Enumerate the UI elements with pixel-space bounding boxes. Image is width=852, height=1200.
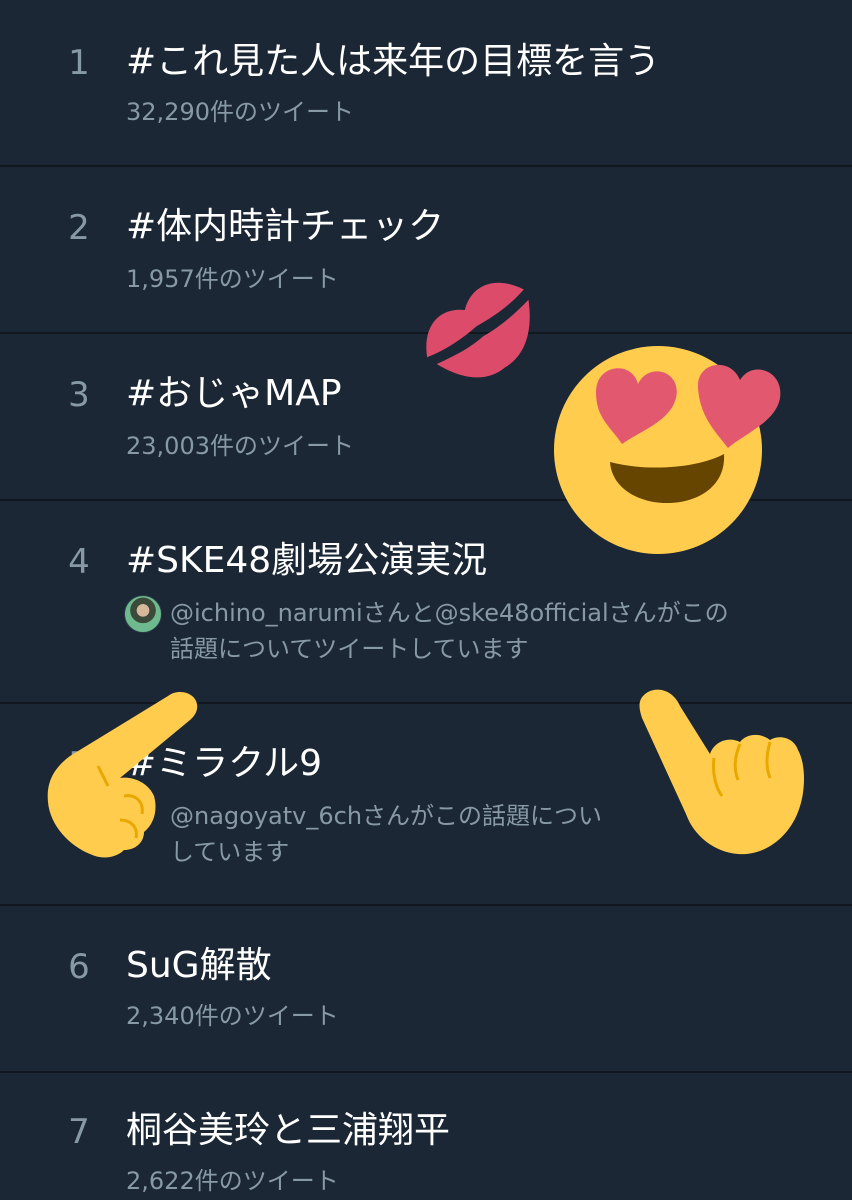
trend-item-7[interactable]: 7 桐谷美玲と三浦翔平 2,622件のツイート bbox=[0, 1073, 852, 1200]
trend-tweet-count: 32,290件のツイート bbox=[126, 98, 354, 126]
trend-rank: 3 bbox=[68, 375, 90, 415]
trend-rank: 2 bbox=[68, 208, 90, 248]
trend-item-4[interactable]: 4 #SKE48劇場公演実況 @ichino_narumiさんと@ske48of… bbox=[0, 501, 852, 704]
trend-title: 桐谷美玲と三浦翔平 bbox=[126, 1110, 451, 1151]
trend-item-3[interactable]: 3 #おじゃMAP 23,003件のツイート bbox=[0, 334, 852, 501]
trend-tweet-count: 2,622件のツイート bbox=[126, 1167, 339, 1195]
trend-item-5[interactable]: 5 #ミラクル9 @nagoyatv_6chさんがこの話題につい しています bbox=[0, 704, 852, 906]
trend-title: #これ見た人は来年の目標を言う bbox=[126, 41, 661, 82]
trend-rank: 5 bbox=[68, 745, 90, 785]
trend-title: #おじゃMAP bbox=[126, 373, 342, 414]
trends-list: 1 #これ見た人は来年の目標を言う 32,290件のツイート 2 #体内時計チェ… bbox=[0, 0, 852, 1200]
trend-context-line-1: @ichino_narumiさんと@ske48officialさんがこの bbox=[170, 599, 729, 627]
trend-tweet-count: 2,340件のツイート bbox=[126, 1002, 339, 1030]
trend-rank: 1 bbox=[68, 43, 90, 83]
trend-tweet-count: 23,003件のツイート bbox=[126, 432, 354, 460]
trend-item-6[interactable]: 6 SuG解散 2,340件のツイート bbox=[0, 906, 852, 1073]
trend-item-2[interactable]: 2 #体内時計チェック 1,957件のツイート bbox=[0, 167, 852, 334]
trend-rank: 4 bbox=[68, 542, 90, 582]
avatar bbox=[124, 595, 162, 633]
trend-item-1[interactable]: 1 #これ見た人は来年の目標を言う 32,290件のツイート bbox=[0, 0, 852, 167]
trend-context-line-2: しています bbox=[170, 838, 290, 866]
trend-title: SuG解散 bbox=[126, 945, 272, 986]
trend-rank: 7 bbox=[68, 1112, 90, 1152]
trend-context-line-1: @nagoyatv_6chさんがこの話題につい bbox=[170, 802, 603, 830]
trend-context-line-2: 話題についてツイートしています bbox=[170, 635, 529, 663]
trend-rank: 6 bbox=[68, 947, 90, 987]
trend-title: #SKE48劇場公演実況 bbox=[126, 540, 488, 581]
trend-title: #体内時計チェック bbox=[126, 206, 445, 247]
trend-title: #ミラクル9 bbox=[126, 743, 322, 784]
trend-tweet-count: 1,957件のツイート bbox=[126, 265, 339, 293]
